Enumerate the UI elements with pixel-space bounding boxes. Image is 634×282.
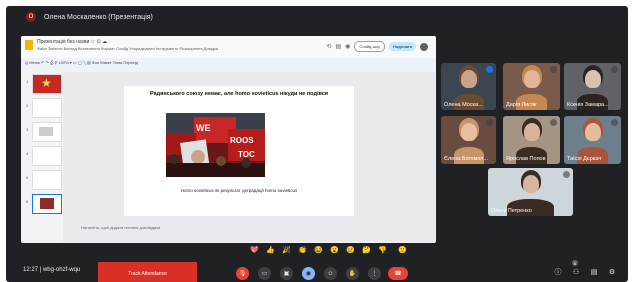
thumb-number: 3 [26, 127, 29, 132]
comment-icon: ▤ [335, 44, 342, 50]
mic-off-icon [563, 171, 570, 178]
participant-tile-1[interactable]: Олена Моска... [441, 63, 496, 110]
slide-thumbnails: 1 ★ 2 3 4 5 6 [24, 72, 62, 242]
participant-tile-4[interactable]: Єлена Богомол... [441, 116, 496, 164]
mic-off-icon [550, 119, 557, 126]
participant-face [524, 123, 540, 141]
slide-title: Радянського союзу немає, але homo soviet… [150, 91, 328, 97]
protest-photo-art: WE ROOS TOC [166, 113, 265, 177]
slides-toolbar: Q Меню ↶ ↷ ⎙ ⚲ 100% ▾ ▭ ◯ ╲ ▤ Фон Макет … [21, 58, 436, 69]
participant-face [461, 123, 477, 141]
protest-photo: WE ROOS TOC [166, 113, 265, 177]
meeting-info-icon[interactable]: ⓘ [554, 268, 562, 276]
captions-icon[interactable]: ▣ [280, 267, 293, 280]
raise-hand-icon[interactable]: ✋ [346, 267, 359, 280]
participant-tile-5[interactable]: Ярослав Попов [503, 116, 560, 164]
bottom-bar: 12:27 | wbg-ohzf-wqu Track Attendance 🎙 … [6, 260, 628, 282]
participant-tile-3[interactable]: Ксенія Замара... [564, 63, 621, 110]
reaction-clap-icon[interactable]: 👏 [298, 245, 307, 254]
participant-name: Єлена Богомол... [444, 156, 488, 162]
doc-title: Презентація без назви ☆ ⊡ ☁ [37, 39, 108, 45]
present-now-icon[interactable]: ◉ [302, 267, 315, 280]
mic-off-icon [486, 119, 493, 126]
participant-face [523, 175, 539, 193]
share-button: Надіслати [389, 42, 416, 51]
participant-name: Ольга Петренко [491, 208, 532, 214]
camera-off-icon[interactable]: ▭ [258, 267, 271, 280]
participant-name: Ксенія Замара... [567, 102, 609, 108]
participant-face [524, 70, 540, 88]
presenter-avatar: О [26, 12, 36, 22]
reaction-surprised-icon[interactable]: 😮 [330, 245, 339, 254]
thumb-number: 6 [26, 199, 29, 204]
participant-name: Ярослав Попов [506, 156, 546, 162]
thumbnail-3: 3 [26, 122, 62, 142]
speaker-notes: Натисніть, щоб додати нотатки доповідача [81, 225, 161, 230]
more-options-icon[interactable]: ⋮ [368, 267, 381, 280]
banner-text-3: TOC [238, 150, 255, 159]
participant-name: Дарія Лисяк [506, 102, 537, 108]
track-attendance-button[interactable]: Track Attendance [98, 262, 197, 282]
end-call-icon[interactable]: ☎ [388, 267, 408, 280]
top-bar: О Олена Москаленко (Презентація) [6, 6, 628, 28]
current-slide: Радянського союзу немає, але homo soviet… [124, 86, 354, 216]
participant-face [461, 70, 477, 88]
user-avatar [420, 42, 428, 51]
history-icon: ⟲ [326, 44, 332, 50]
participant-tile-7[interactable]: Ольга Петренко [488, 168, 573, 216]
toolbar-items: Q Меню ↶ ↷ ⎙ ⚲ 100% ▾ ▭ ◯ ╲ ▤ Фон Макет … [25, 60, 139, 65]
thumbnail-2: 2 [26, 98, 62, 118]
participant-face [585, 123, 601, 141]
mic-off-icon [611, 119, 618, 126]
chat-icon[interactable]: ▤ [590, 268, 598, 276]
time-and-meeting-code: 12:27 | wbg-ohzf-wqu [23, 267, 81, 273]
thumbnail-5: 5 [26, 170, 62, 190]
slideshow-button: Слайд-шоу [354, 41, 386, 52]
star-icon: ★ [41, 76, 52, 90]
participant-face [585, 70, 601, 88]
speaking-icon [486, 66, 493, 73]
reaction-thumbs-down-icon[interactable]: 👎 [378, 245, 387, 254]
emoji-icon[interactable]: ☺ [324, 267, 337, 280]
mic-off-icon [550, 66, 557, 73]
reaction-laugh-icon[interactable]: 😂 [314, 245, 323, 254]
mic-off-icon[interactable]: 🎙 [236, 267, 249, 280]
activities-icon[interactable]: ⚙ [608, 268, 616, 276]
thumbnail-1: 1 ★ [26, 74, 62, 94]
thumb-image [40, 198, 54, 209]
banner-text-2: ROOS [230, 136, 254, 145]
thumb-number: 5 [26, 175, 29, 180]
slides-header-actions: ⟲ ▤ ◉ Слайд-шоу Надіслати [326, 41, 428, 52]
participant-name: Олена Моска... [444, 102, 483, 108]
thumb-number: 2 [26, 103, 29, 108]
thumb-number: 4 [26, 151, 29, 156]
thumb-image [39, 127, 53, 136]
participant-name: Таїсія Дєркач [567, 156, 602, 162]
slides-logo-icon [25, 40, 33, 50]
mic-off-icon [611, 66, 618, 73]
reaction-party-icon[interactable]: 🎉 [282, 245, 291, 254]
reaction-thumbs-up-icon[interactable]: 👍 [266, 245, 275, 254]
slides-header: Презентація без назви ☆ ⊡ ☁ Файл Змінити… [21, 36, 436, 58]
participant-tile-6[interactable]: Таїсія Дєркач [564, 116, 621, 164]
participant-tile-2[interactable]: Дарія Лисяк [503, 63, 560, 110]
reaction-thinking-icon[interactable]: 🤔 [362, 245, 371, 254]
thumbnail-6-selected: 6 [26, 194, 62, 214]
thumb-number: 1 [26, 79, 29, 84]
presenter-label: Олена Москаленко (Презентація) [44, 13, 153, 21]
reaction-sad-icon[interactable]: 😢 [346, 245, 355, 254]
shared-screen: Презентація без назви ☆ ⊡ ☁ Файл Змінити… [21, 36, 436, 243]
slide-caption: Homo sovieticus як результат деградації … [180, 188, 298, 193]
participant-count-badge: 6 [572, 260, 578, 266]
people-icon[interactable]: ⚇ [572, 268, 580, 276]
thumbnail-4: 4 [26, 146, 62, 166]
meet-window: О Олена Москаленко (Презентація) Презент… [6, 6, 628, 282]
reaction-more-icon[interactable]: 🙂 [398, 245, 407, 254]
camera-icon: ◉ [345, 44, 351, 50]
slides-menu: Файл Змінити Вигляд Вставлення Формат Сл… [37, 46, 219, 51]
banner-text-1: WE [196, 123, 211, 133]
reaction-heart-icon[interactable]: 💖 [250, 245, 259, 254]
reactions-bar: 💖 👍 🎉 👏 😂 😮 😢 🤔 👎 🙂 [6, 244, 628, 260]
